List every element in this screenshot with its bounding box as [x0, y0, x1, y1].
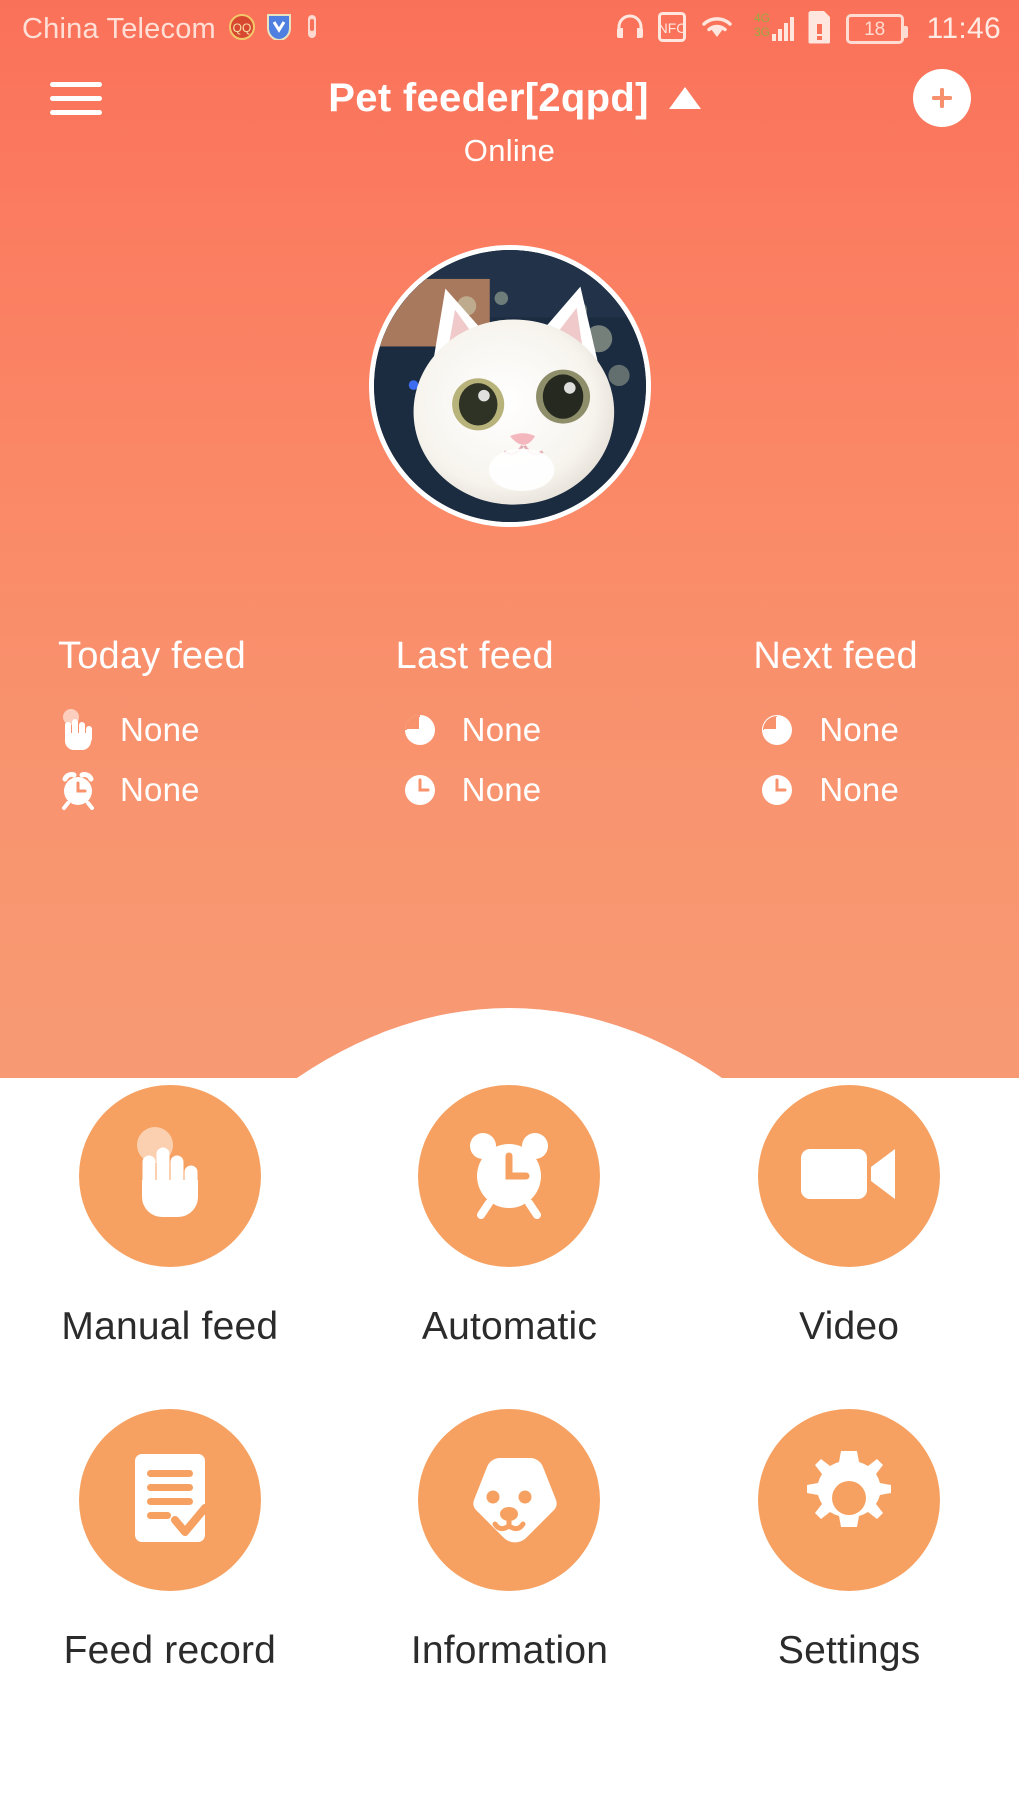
title-group[interactable]: Pet feeder[2qpd] [116, 76, 913, 121]
feed-status-title: Today feed [58, 635, 246, 677]
avatar[interactable] [368, 245, 651, 527]
plus-icon[interactable] [913, 69, 971, 127]
action-icon-bubble [758, 1409, 941, 1591]
feed-status-title: Last feed [395, 635, 554, 677]
svg-text:3G: 3G [754, 25, 770, 39]
action-video[interactable]: Video [679, 1085, 1019, 1349]
action-label: Information [410, 1629, 609, 1672]
svg-text:QQ: QQ [233, 21, 252, 35]
action-manual-feed[interactable]: Manual feed [0, 1085, 340, 1349]
clock-icon [757, 771, 797, 809]
qq-music-icon: QQ [228, 13, 255, 45]
clock-icon [400, 771, 440, 809]
feed-status-value: None [819, 771, 900, 808]
cat-photo-avatar [373, 250, 646, 522]
device-status-label: Online [463, 133, 556, 168]
status-bar: China Telecom QQ NFC 4G 3G 18 11:46 [0, 0, 1019, 58]
feed-status-value: None [120, 711, 200, 748]
action-icon-bubble [418, 1085, 601, 1267]
action-icon-bubble [758, 1085, 941, 1267]
gear-icon [800, 1449, 898, 1552]
feed-status-row: None [753, 760, 1019, 820]
action-icon-bubble [78, 1409, 261, 1591]
feed-status-row: None [396, 700, 662, 760]
action-grid: Manual feed Automatic Video Feed record … [0, 1085, 1019, 1673]
status-right-icons: NFC 4G 3G 18 11:46 [615, 10, 1001, 49]
action-label: Settings [777, 1629, 921, 1672]
battery-level-label: 18 [864, 18, 886, 40]
feed-status-row: None [396, 760, 662, 820]
action-icon-bubble [78, 1085, 261, 1267]
feed-status-row: None [58, 700, 324, 760]
status-left-icons: QQ [228, 13, 321, 45]
uc-browser-icon [266, 13, 292, 45]
nfc-icon: NFC [657, 11, 686, 47]
feed-status-value: None [461, 771, 542, 808]
pie-portion-icon [400, 711, 440, 749]
feed-status-value: None [461, 711, 542, 748]
feed-status-value: None [120, 771, 200, 808]
action-automatic[interactable]: Automatic [340, 1085, 680, 1349]
svg-text:4G: 4G [754, 11, 770, 25]
caret-up-icon[interactable] [668, 87, 701, 109]
pet-face-icon [457, 1452, 561, 1549]
feed-status-row: None [58, 760, 324, 820]
action-label: Automatic [421, 1305, 598, 1348]
action-icon-bubble [418, 1409, 601, 1591]
action-label: Manual feed [61, 1305, 279, 1348]
feed-status-title: Next feed [753, 635, 918, 677]
hand-tap-icon [124, 1126, 216, 1227]
battery-icon: 18 [845, 14, 908, 44]
video-camera-icon [799, 1141, 899, 1212]
action-settings[interactable]: Settings [679, 1409, 1019, 1673]
page-title: Pet feeder[2qpd] [328, 75, 649, 120]
carrier-label: China Telecom [22, 12, 216, 45]
action-label: Feed record [63, 1629, 277, 1672]
hand-tap-icon [58, 709, 98, 751]
alarm-clock-icon [461, 1124, 557, 1229]
headphone-icon [615, 12, 645, 47]
action-information[interactable]: Information [340, 1409, 680, 1673]
hero-curve-divider [0, 1008, 1019, 1078]
status-clock: 11:46 [926, 12, 1001, 45]
title-bar: Pet feeder[2qpd] [0, 58, 1019, 138]
feed-status-column-today: Today feed None None [0, 635, 324, 820]
app-root: China Telecom QQ NFC 4G 3G 18 11:46 Pet … [0, 0, 1019, 1812]
signal-4g-icon: 4G 3G [748, 10, 794, 49]
alarm-clock-icon [58, 769, 98, 811]
feed-status-section: Today feed None None Last feed None None… [0, 635, 1019, 820]
pie-portion-icon [757, 711, 797, 749]
vibrate-icon [303, 13, 321, 45]
action-feed-record[interactable]: Feed record [0, 1409, 340, 1673]
sim-alert-icon [807, 10, 833, 49]
feed-status-row: None [753, 700, 1019, 760]
feed-status-value: None [819, 711, 900, 748]
action-label: Video [799, 1305, 900, 1348]
wifi-icon [699, 13, 735, 46]
document-check-icon [129, 1450, 211, 1551]
feed-status-column-next: Next feed None None [661, 635, 1019, 820]
svg-text:NFC: NFC [658, 20, 686, 36]
feed-status-column-last: Last feed None None [324, 635, 662, 820]
